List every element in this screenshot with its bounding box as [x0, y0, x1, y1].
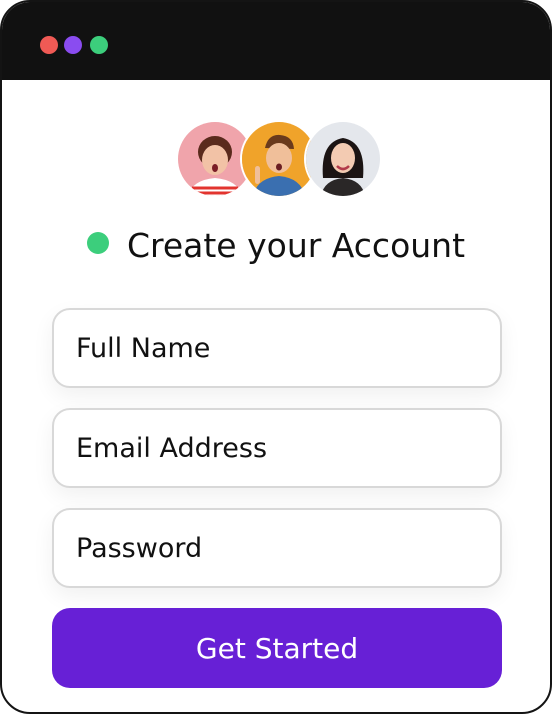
- avatar-group: [176, 120, 382, 198]
- status-dot-icon: [86, 231, 109, 254]
- minimize-dot[interactable]: [64, 36, 82, 54]
- form-heading: Create your Account: [2, 224, 550, 265]
- email-field-container: [52, 408, 502, 488]
- full-name-input[interactable]: [54, 310, 500, 386]
- signup-window: Create your Account Get Started: [0, 0, 552, 714]
- form-title: Create your Account: [126, 226, 466, 265]
- email-input[interactable]: [54, 410, 500, 486]
- password-input[interactable]: [54, 510, 500, 586]
- maximize-dot[interactable]: [90, 36, 108, 54]
- close-dot[interactable]: [40, 36, 58, 54]
- woman-smiling-avatar: [304, 120, 382, 198]
- window-titlebar: [2, 2, 550, 80]
- full-name-field-container: [52, 308, 502, 388]
- get-started-button[interactable]: Get Started: [52, 608, 502, 688]
- password-field-container: [52, 508, 502, 588]
